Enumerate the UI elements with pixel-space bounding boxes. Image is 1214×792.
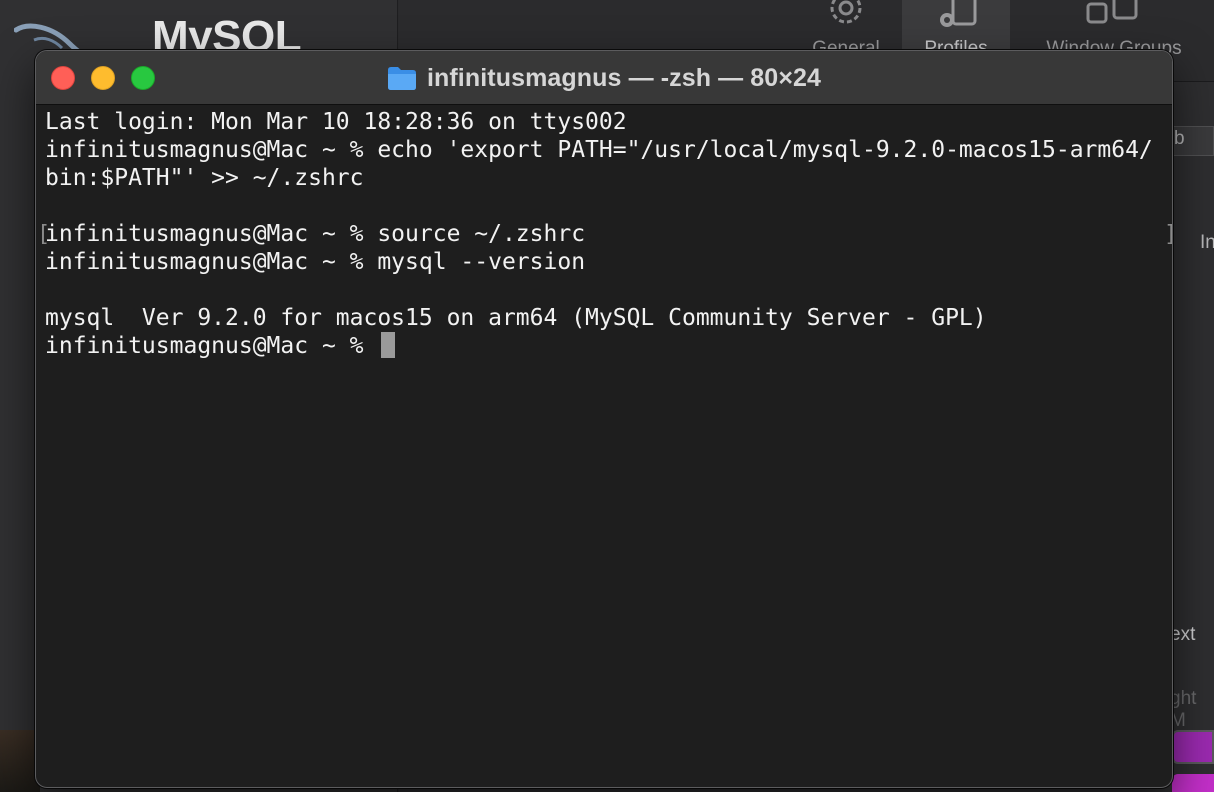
terminal-line: infinitusmagnus@Mac ~ % mysql --version [45,249,586,275]
terminal-output[interactable]: Last login: Mon Mar 10 18:28:36 on ttys0… [45,108,1163,787]
terminal-title: infinitusmagnus — -zsh — 80×24 [36,51,1172,105]
terminal-titlebar[interactable]: infinitusmagnus — -zsh — 80×24 [36,51,1172,105]
profiles-icon [940,0,977,27]
desktop-wallpaper-strip [0,730,40,792]
gear-icon [830,0,862,24]
terminal-line: mysql Ver 9.2.0 for macos15 on arm64 (My… [45,305,987,331]
text-cursor [381,332,396,358]
terminal-line: Last login: Mon Mar 10 18:28:36 on ttys0… [45,109,627,135]
settings-fragment-tab: b [1174,128,1185,149]
terminal-line: infinitusmagnus@Mac ~ % echo 'export PAT… [45,137,1153,163]
terminal-line: infinitusmagnus@Mac ~ % source ~/.zshrc [45,221,586,247]
line-bracket-right: ] [1164,221,1172,249]
prompt-line[interactable]: infinitusmagnus@Mac ~ % [45,332,1163,360]
settings-fragment-text: ext [1170,624,1196,645]
settings-fragment-in: In [1200,232,1214,253]
shell-prompt: infinitusmagnus@Mac ~ % [45,333,378,359]
color-swatch-magenta[interactable] [1172,774,1214,792]
settings-fragment-weight: ght M [1170,688,1197,731]
window-groups-icon [1086,0,1138,24]
terminal-line: bin:$PATH"' >> ~/.zshrc [45,165,364,191]
terminal-window: infinitusmagnus — -zsh — 80×24 [ ] Last … [35,50,1173,788]
color-swatch-purple[interactable] [1172,730,1214,764]
terminal-title-text: infinitusmagnus — -zsh — 80×24 [426,63,822,92]
folder-icon [387,67,416,90]
